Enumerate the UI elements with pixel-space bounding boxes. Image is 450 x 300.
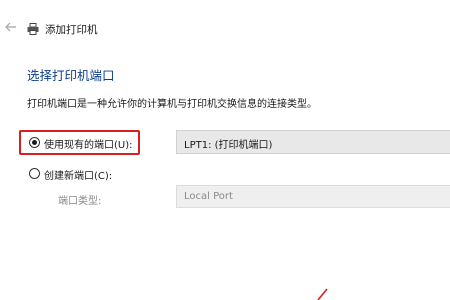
title-bar: 添加打印机	[0, 0, 450, 52]
create-new-port-label[interactable]: 创建新端口(C):	[44, 167, 112, 182]
use-existing-port-radio[interactable]	[29, 137, 40, 148]
page-title: 选择打印机端口	[27, 68, 115, 83]
page-description: 打印机端口是一种允许你的计算机与打印机交换信息的连接类型。	[27, 99, 317, 110]
annotation-arrow-icon	[317, 288, 328, 300]
use-existing-port-label[interactable]: 使用现有的端口(U):	[44, 136, 133, 151]
window-title: 添加打印机	[45, 24, 98, 36]
printer-icon	[27, 23, 39, 35]
port-type-value: Local Port	[184, 191, 233, 202]
arrow-left-icon[interactable]	[4, 20, 18, 34]
port-type-dropdown: Local Port	[176, 185, 450, 208]
port-type-label: 端口类型:	[58, 196, 102, 207]
existing-port-dropdown[interactable]: LPT1: (打印机端口)	[176, 130, 450, 154]
existing-port-value: LPT1: (打印机端口)	[184, 140, 273, 151]
create-new-port-radio[interactable]	[29, 168, 40, 179]
